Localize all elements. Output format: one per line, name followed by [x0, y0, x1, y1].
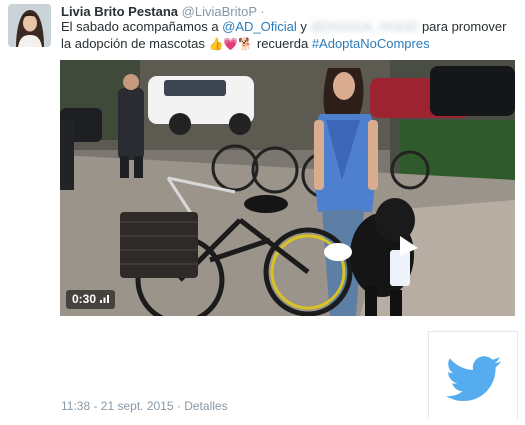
video-duration-badge: 0:30 [66, 290, 116, 309]
avatar-image [8, 4, 51, 47]
tweet-footer: 11:38 - 21 sept. 2015 · Detalles [61, 399, 228, 413]
tweet-text-intro: El sabado acompañamos a [61, 19, 223, 34]
video-thumbnail [60, 60, 515, 316]
video-player[interactable] [60, 60, 515, 316]
header-separator: · [260, 4, 265, 19]
video-duration: 0:30 [72, 292, 97, 306]
tweet-text-and: y [296, 19, 311, 34]
twitter-bird-icon [446, 356, 502, 402]
hashtag-adopta-no-compres[interactable]: #AdoptaNoCompres [312, 36, 430, 51]
mention-redacted[interactable]: @DOGGA_HOOD [311, 18, 419, 35]
display-name[interactable]: Livia Brito Pestana [61, 4, 178, 19]
user-handle[interactable]: @LiviaBritoP [182, 4, 257, 19]
tweet-text: El sabado acompañamos a @AD_Oficial y @D… [61, 18, 519, 53]
tweet-text-before-hashtag: recuerda [253, 36, 312, 51]
twitter-brand-card[interactable] [428, 331, 518, 419]
signal-bars-icon [100, 295, 110, 303]
details-link[interactable]: Detalles [184, 399, 227, 413]
mention-ad-oficial[interactable]: @AD_Oficial [222, 19, 297, 34]
avatar[interactable] [8, 4, 51, 47]
emoji-group: 👍💗🐕 [208, 37, 254, 51]
tweet-timestamp[interactable]: 11:38 - 21 sept. 2015 [61, 399, 174, 413]
